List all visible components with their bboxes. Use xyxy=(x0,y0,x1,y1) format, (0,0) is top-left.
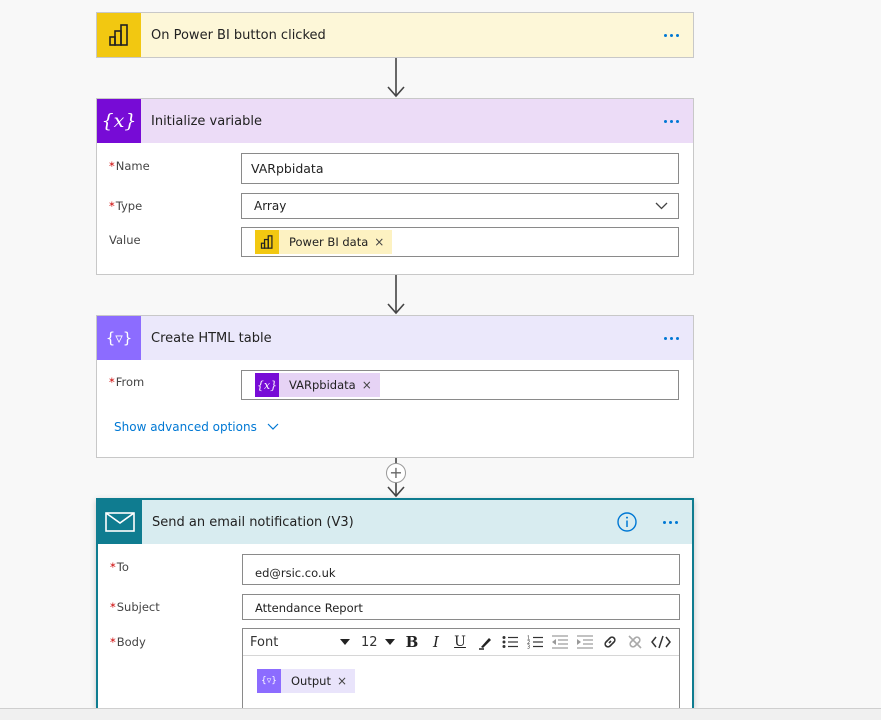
value-label: Value xyxy=(109,233,141,247)
remove-token-icon[interactable]: × xyxy=(337,674,355,688)
subject-input[interactable]: Attendance Report xyxy=(242,594,680,620)
unlink-icon[interactable] xyxy=(624,631,646,653)
connector-arrow xyxy=(387,275,405,315)
toolbar-divider xyxy=(243,655,679,656)
variable-type-select[interactable]: Array xyxy=(241,193,679,219)
html-table-more-button[interactable] xyxy=(657,328,685,348)
variable-name-value: VARpbidata xyxy=(251,161,324,176)
remove-token-icon[interactable]: × xyxy=(362,378,380,392)
varpbidata-token[interactable]: {𝑥} VARpbidata × xyxy=(255,373,380,397)
svg-text:3: 3 xyxy=(527,645,530,650)
numbered-list-icon[interactable]: 123 xyxy=(524,631,546,653)
email-title: Send an email notification (V3) xyxy=(152,514,354,530)
variable-value-input[interactable]: Power BI data × xyxy=(241,227,679,257)
power-bi-icon xyxy=(255,230,279,254)
variable-name-input[interactable]: VARpbidata xyxy=(241,153,679,184)
subject-value: Attendance Report xyxy=(255,601,363,615)
increase-indent-icon[interactable] xyxy=(574,631,596,653)
highlight-icon[interactable] xyxy=(474,631,496,653)
name-label: *Name xyxy=(109,159,150,173)
info-icon[interactable] xyxy=(617,512,637,532)
init-variable-header[interactable]: {𝑥} Initialize variable xyxy=(97,99,693,143)
init-variable-title: Initialize variable xyxy=(151,113,262,129)
data-operation-icon: {▿} xyxy=(257,669,281,693)
variable-icon: {𝑥} xyxy=(255,373,279,397)
link-icon[interactable] xyxy=(599,631,621,653)
create-html-table-card: {▿} Create HTML table *From {𝑥} VARpbida… xyxy=(96,315,694,458)
init-variable-more-button[interactable] xyxy=(657,111,685,131)
code-view-icon[interactable] xyxy=(649,631,673,653)
type-label: *Type xyxy=(109,199,143,213)
bold-button[interactable]: B xyxy=(401,631,423,653)
chevron-down-icon xyxy=(267,423,279,430)
bullet-list-icon[interactable] xyxy=(499,631,521,653)
font-size-select[interactable]: 12 xyxy=(361,631,395,653)
html-table-header[interactable]: {▿} Create HTML table xyxy=(97,316,693,360)
from-input[interactable]: {𝑥} VARpbidata × xyxy=(241,370,679,400)
body-editor[interactable]: Font 12 B I U 123 {▿} Output × xyxy=(242,628,680,712)
output-token[interactable]: {▿} Output × xyxy=(257,669,356,693)
rich-text-toolbar: Font 12 B I U 123 xyxy=(243,629,679,655)
horizontal-scrollbar[interactable] xyxy=(0,708,881,720)
to-value: ed@rsic.co.uk xyxy=(255,566,336,580)
italic-button[interactable]: I xyxy=(425,631,447,653)
power-bi-data-token[interactable]: Power BI data × xyxy=(255,230,393,254)
power-bi-icon xyxy=(97,13,141,57)
variable-type-value: Array xyxy=(254,199,287,213)
caret-down-icon xyxy=(340,639,350,645)
data-operation-icon: {▿} xyxy=(97,316,141,360)
to-label: *To xyxy=(110,560,129,574)
decrease-indent-icon[interactable] xyxy=(549,631,571,653)
mail-icon xyxy=(98,500,142,544)
email-more-button[interactable] xyxy=(656,512,684,532)
show-advanced-options-link[interactable]: Show advanced options xyxy=(114,420,279,434)
chevron-down-icon xyxy=(655,202,668,210)
body-label: *Body xyxy=(110,635,146,649)
initialize-variable-card: {𝑥} Initialize variable *Name VARpbidata… xyxy=(96,98,694,275)
remove-token-icon[interactable]: × xyxy=(374,235,392,249)
variable-icon: {𝑥} xyxy=(97,99,141,143)
to-input[interactable]: ed@rsic.co.uk xyxy=(242,554,680,585)
connector-arrow xyxy=(387,58,405,98)
email-header[interactable]: Send an email notification (V3) xyxy=(98,500,692,544)
subject-label: *Subject xyxy=(110,600,160,614)
trigger-card[interactable]: On Power BI button clicked xyxy=(96,12,694,58)
font-select[interactable]: Font xyxy=(250,631,354,653)
trigger-title: On Power BI button clicked xyxy=(151,27,326,43)
from-label: *From xyxy=(109,375,145,389)
token-label: VARpbidata xyxy=(289,378,356,392)
underline-button[interactable]: U xyxy=(449,631,471,653)
token-label: Output xyxy=(291,674,331,688)
trigger-more-button[interactable] xyxy=(657,25,685,45)
send-email-card: Send an email notification (V3) *To ed@r… xyxy=(96,498,694,712)
html-table-title: Create HTML table xyxy=(151,330,272,346)
caret-down-icon xyxy=(385,639,395,645)
trigger-header[interactable]: On Power BI button clicked xyxy=(97,13,693,57)
token-label: Power BI data xyxy=(289,235,369,249)
add-step-button[interactable]: + xyxy=(386,463,406,483)
